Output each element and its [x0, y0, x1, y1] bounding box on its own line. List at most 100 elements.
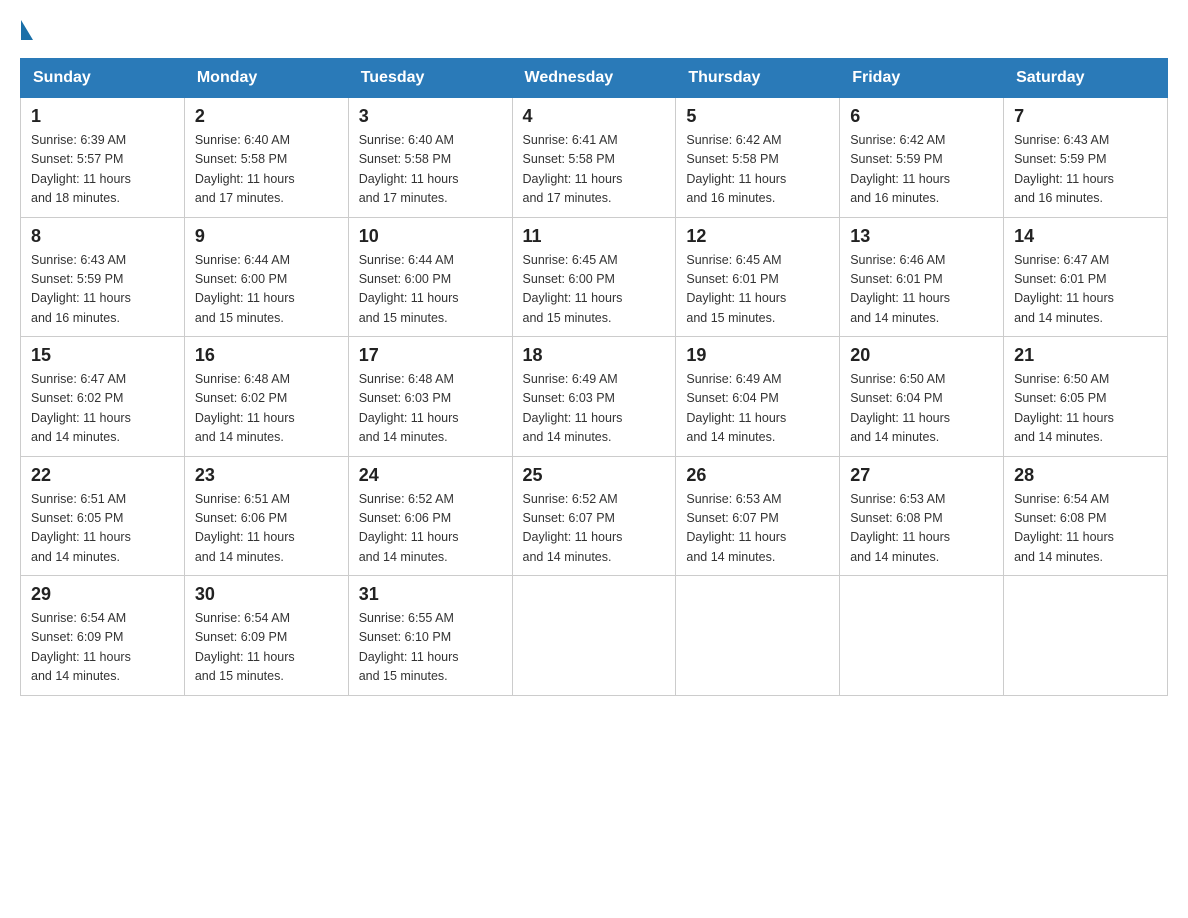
day-info: Sunrise: 6:48 AMSunset: 6:03 PMDaylight:…	[359, 370, 502, 448]
day-number: 23	[195, 465, 338, 486]
calendar-cell: 22 Sunrise: 6:51 AMSunset: 6:05 PMDaylig…	[21, 456, 185, 576]
day-info: Sunrise: 6:51 AMSunset: 6:05 PMDaylight:…	[31, 490, 174, 568]
week-row-5: 29 Sunrise: 6:54 AMSunset: 6:09 PMDaylig…	[21, 576, 1168, 696]
day-info: Sunrise: 6:50 AMSunset: 6:05 PMDaylight:…	[1014, 370, 1157, 448]
calendar-cell: 18 Sunrise: 6:49 AMSunset: 6:03 PMDaylig…	[512, 337, 676, 457]
day-number: 31	[359, 584, 502, 605]
calendar-cell: 30 Sunrise: 6:54 AMSunset: 6:09 PMDaylig…	[184, 576, 348, 696]
calendar-cell: 21 Sunrise: 6:50 AMSunset: 6:05 PMDaylig…	[1004, 337, 1168, 457]
calendar-cell: 13 Sunrise: 6:46 AMSunset: 6:01 PMDaylig…	[840, 217, 1004, 337]
day-info: Sunrise: 6:41 AMSunset: 5:58 PMDaylight:…	[523, 131, 666, 209]
day-number: 21	[1014, 345, 1157, 366]
day-info: Sunrise: 6:52 AMSunset: 6:07 PMDaylight:…	[523, 490, 666, 568]
calendar-cell: 28 Sunrise: 6:54 AMSunset: 6:08 PMDaylig…	[1004, 456, 1168, 576]
day-number: 14	[1014, 226, 1157, 247]
calendar-table: SundayMondayTuesdayWednesdayThursdayFrid…	[20, 58, 1168, 696]
calendar-cell	[840, 576, 1004, 696]
day-info: Sunrise: 6:55 AMSunset: 6:10 PMDaylight:…	[359, 609, 502, 687]
calendar-cell: 26 Sunrise: 6:53 AMSunset: 6:07 PMDaylig…	[676, 456, 840, 576]
calendar-cell	[1004, 576, 1168, 696]
day-number: 27	[850, 465, 993, 486]
day-info: Sunrise: 6:45 AMSunset: 6:00 PMDaylight:…	[523, 251, 666, 329]
calendar-cell: 3 Sunrise: 6:40 AMSunset: 5:58 PMDayligh…	[348, 98, 512, 218]
day-info: Sunrise: 6:42 AMSunset: 5:58 PMDaylight:…	[686, 131, 829, 209]
day-info: Sunrise: 6:43 AMSunset: 5:59 PMDaylight:…	[31, 251, 174, 329]
day-number: 24	[359, 465, 502, 486]
header-day-sunday: Sunday	[21, 59, 185, 98]
week-row-1: 1 Sunrise: 6:39 AMSunset: 5:57 PMDayligh…	[21, 98, 1168, 218]
calendar-cell: 12 Sunrise: 6:45 AMSunset: 6:01 PMDaylig…	[676, 217, 840, 337]
day-number: 26	[686, 465, 829, 486]
calendar-cell: 25 Sunrise: 6:52 AMSunset: 6:07 PMDaylig…	[512, 456, 676, 576]
calendar-cell: 23 Sunrise: 6:51 AMSunset: 6:06 PMDaylig…	[184, 456, 348, 576]
day-number: 11	[523, 226, 666, 247]
day-number: 25	[523, 465, 666, 486]
calendar-body: 1 Sunrise: 6:39 AMSunset: 5:57 PMDayligh…	[21, 98, 1168, 696]
day-number: 7	[1014, 106, 1157, 127]
day-info: Sunrise: 6:40 AMSunset: 5:58 PMDaylight:…	[195, 131, 338, 209]
calendar-cell: 27 Sunrise: 6:53 AMSunset: 6:08 PMDaylig…	[840, 456, 1004, 576]
day-info: Sunrise: 6:49 AMSunset: 6:04 PMDaylight:…	[686, 370, 829, 448]
header-day-saturday: Saturday	[1004, 59, 1168, 98]
day-number: 29	[31, 584, 174, 605]
week-row-3: 15 Sunrise: 6:47 AMSunset: 6:02 PMDaylig…	[21, 337, 1168, 457]
calendar-cell: 11 Sunrise: 6:45 AMSunset: 6:00 PMDaylig…	[512, 217, 676, 337]
calendar-cell: 31 Sunrise: 6:55 AMSunset: 6:10 PMDaylig…	[348, 576, 512, 696]
calendar-cell: 9 Sunrise: 6:44 AMSunset: 6:00 PMDayligh…	[184, 217, 348, 337]
day-info: Sunrise: 6:43 AMSunset: 5:59 PMDaylight:…	[1014, 131, 1157, 209]
day-number: 3	[359, 106, 502, 127]
week-row-2: 8 Sunrise: 6:43 AMSunset: 5:59 PMDayligh…	[21, 217, 1168, 337]
day-info: Sunrise: 6:51 AMSunset: 6:06 PMDaylight:…	[195, 490, 338, 568]
header-day-thursday: Thursday	[676, 59, 840, 98]
calendar-cell	[512, 576, 676, 696]
day-number: 4	[523, 106, 666, 127]
calendar-header: SundayMondayTuesdayWednesdayThursdayFrid…	[21, 59, 1168, 98]
day-info: Sunrise: 6:49 AMSunset: 6:03 PMDaylight:…	[523, 370, 666, 448]
day-number: 2	[195, 106, 338, 127]
day-info: Sunrise: 6:47 AMSunset: 6:02 PMDaylight:…	[31, 370, 174, 448]
calendar-cell: 4 Sunrise: 6:41 AMSunset: 5:58 PMDayligh…	[512, 98, 676, 218]
calendar-cell: 2 Sunrise: 6:40 AMSunset: 5:58 PMDayligh…	[184, 98, 348, 218]
day-info: Sunrise: 6:54 AMSunset: 6:08 PMDaylight:…	[1014, 490, 1157, 568]
calendar-cell: 5 Sunrise: 6:42 AMSunset: 5:58 PMDayligh…	[676, 98, 840, 218]
day-number: 10	[359, 226, 502, 247]
day-number: 13	[850, 226, 993, 247]
calendar-cell: 6 Sunrise: 6:42 AMSunset: 5:59 PMDayligh…	[840, 98, 1004, 218]
calendar-cell: 15 Sunrise: 6:47 AMSunset: 6:02 PMDaylig…	[21, 337, 185, 457]
day-info: Sunrise: 6:50 AMSunset: 6:04 PMDaylight:…	[850, 370, 993, 448]
day-number: 15	[31, 345, 174, 366]
calendar-cell: 1 Sunrise: 6:39 AMSunset: 5:57 PMDayligh…	[21, 98, 185, 218]
day-info: Sunrise: 6:54 AMSunset: 6:09 PMDaylight:…	[195, 609, 338, 687]
day-info: Sunrise: 6:54 AMSunset: 6:09 PMDaylight:…	[31, 609, 174, 687]
calendar-cell: 20 Sunrise: 6:50 AMSunset: 6:04 PMDaylig…	[840, 337, 1004, 457]
header-row: SundayMondayTuesdayWednesdayThursdayFrid…	[21, 59, 1168, 98]
day-number: 22	[31, 465, 174, 486]
day-number: 19	[686, 345, 829, 366]
header-day-friday: Friday	[840, 59, 1004, 98]
day-info: Sunrise: 6:40 AMSunset: 5:58 PMDaylight:…	[359, 131, 502, 209]
calendar-cell: 17 Sunrise: 6:48 AMSunset: 6:03 PMDaylig…	[348, 337, 512, 457]
day-number: 9	[195, 226, 338, 247]
calendar-cell: 10 Sunrise: 6:44 AMSunset: 6:00 PMDaylig…	[348, 217, 512, 337]
calendar-cell: 29 Sunrise: 6:54 AMSunset: 6:09 PMDaylig…	[21, 576, 185, 696]
week-row-4: 22 Sunrise: 6:51 AMSunset: 6:05 PMDaylig…	[21, 456, 1168, 576]
day-info: Sunrise: 6:44 AMSunset: 6:00 PMDaylight:…	[359, 251, 502, 329]
day-number: 12	[686, 226, 829, 247]
header-day-monday: Monday	[184, 59, 348, 98]
day-info: Sunrise: 6:45 AMSunset: 6:01 PMDaylight:…	[686, 251, 829, 329]
day-info: Sunrise: 6:39 AMSunset: 5:57 PMDaylight:…	[31, 131, 174, 209]
day-number: 30	[195, 584, 338, 605]
day-number: 5	[686, 106, 829, 127]
day-number: 8	[31, 226, 174, 247]
day-number: 16	[195, 345, 338, 366]
day-info: Sunrise: 6:44 AMSunset: 6:00 PMDaylight:…	[195, 251, 338, 329]
calendar-cell: 19 Sunrise: 6:49 AMSunset: 6:04 PMDaylig…	[676, 337, 840, 457]
calendar-cell: 8 Sunrise: 6:43 AMSunset: 5:59 PMDayligh…	[21, 217, 185, 337]
calendar-cell: 7 Sunrise: 6:43 AMSunset: 5:59 PMDayligh…	[1004, 98, 1168, 218]
calendar-cell: 24 Sunrise: 6:52 AMSunset: 6:06 PMDaylig…	[348, 456, 512, 576]
header-day-wednesday: Wednesday	[512, 59, 676, 98]
day-info: Sunrise: 6:52 AMSunset: 6:06 PMDaylight:…	[359, 490, 502, 568]
day-info: Sunrise: 6:53 AMSunset: 6:07 PMDaylight:…	[686, 490, 829, 568]
calendar-cell: 16 Sunrise: 6:48 AMSunset: 6:02 PMDaylig…	[184, 337, 348, 457]
day-number: 18	[523, 345, 666, 366]
